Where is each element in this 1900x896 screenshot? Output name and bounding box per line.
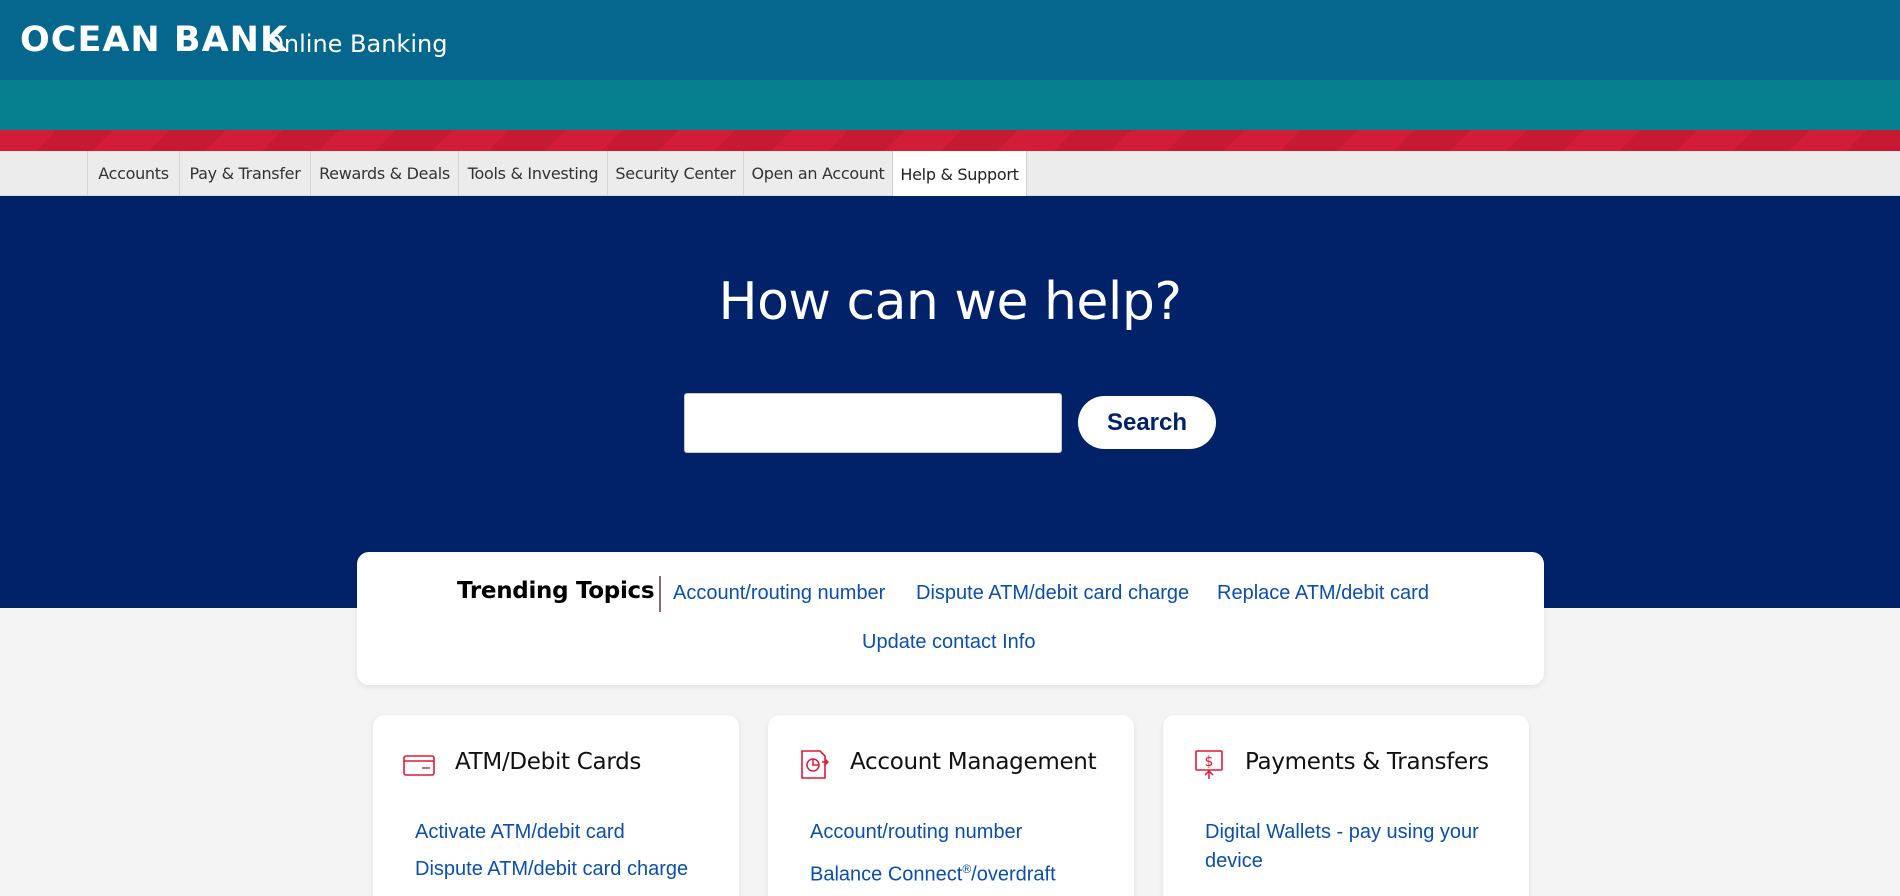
trending-topics-title: Trending Topics [457,578,655,604]
link-digital-wallets[interactable]: Digital Wallets - pay using your device [1205,818,1505,876]
tab-open-account[interactable]: Open an Account [743,151,892,195]
registered-mark: ® [962,862,972,876]
link-activate-card[interactable]: Activate ATM/debit card [415,818,625,847]
overdraft-label: /overdraft [971,863,1056,886]
trending-link-update-contact[interactable]: Update contact Info [862,631,1035,654]
card-payments-transfers: $ Payments & Transfers Digital Wallets -… [1163,715,1529,896]
svg-text:$: $ [1205,754,1214,770]
tab-security-center[interactable]: Security Center [607,151,743,195]
account-management-icon [798,748,830,780]
brand-logo[interactable]: OCEAN BANK [20,20,288,60]
tab-help-support[interactable]: Help & Support [892,151,1027,197]
brand-subtitle: Online Banking [265,30,448,58]
search-input[interactable] [684,393,1062,453]
payments-transfers-icon: $ [1193,748,1225,780]
red-stripe [0,130,1900,151]
accent-band [0,80,1900,130]
trending-link-routing-number[interactable]: Account/routing number [673,582,885,605]
card-title: ATM/Debit Cards [455,749,642,775]
help-hero: How can we help? Search [0,196,1900,608]
link-dispute-charge[interactable]: Dispute ATM/debit card charge [415,855,688,884]
page-title: How can we help? [718,272,1182,332]
tab-accounts[interactable]: Accounts [87,151,179,195]
link-routing-number[interactable]: Account/routing number [810,818,1022,847]
card-account-management: Account Management Account/routing numbe… [768,715,1134,896]
divider [659,576,661,612]
main-nav: Accounts Pay & Transfer Rewards & Deals … [0,151,1900,197]
balance-connect-label: Balance Connect [810,863,963,886]
search-button[interactable]: Search [1078,396,1216,449]
link-balance-connect[interactable]: Balance Connect®/overdraft [810,855,1056,890]
card-title: Account Management [850,749,1097,775]
tab-rewards-deals[interactable]: Rewards & Deals [310,151,458,195]
tab-tools-investing[interactable]: Tools & Investing [458,151,607,195]
trending-link-dispute-charge[interactable]: Dispute ATM/debit card charge [916,582,1189,605]
top-header: OCEAN BANK Online Banking [0,0,1900,80]
trending-link-replace-card[interactable]: Replace ATM/debit card [1217,582,1429,605]
card-atm-debit: ATM/Debit Cards Activate ATM/debit card … [373,715,739,896]
card-title: Payments & Transfers [1245,749,1489,775]
debit-card-icon [403,748,435,780]
trending-topics-panel: Trending Topics Account/routing number D… [357,552,1544,685]
tab-pay-transfer[interactable]: Pay & Transfer [179,151,310,195]
